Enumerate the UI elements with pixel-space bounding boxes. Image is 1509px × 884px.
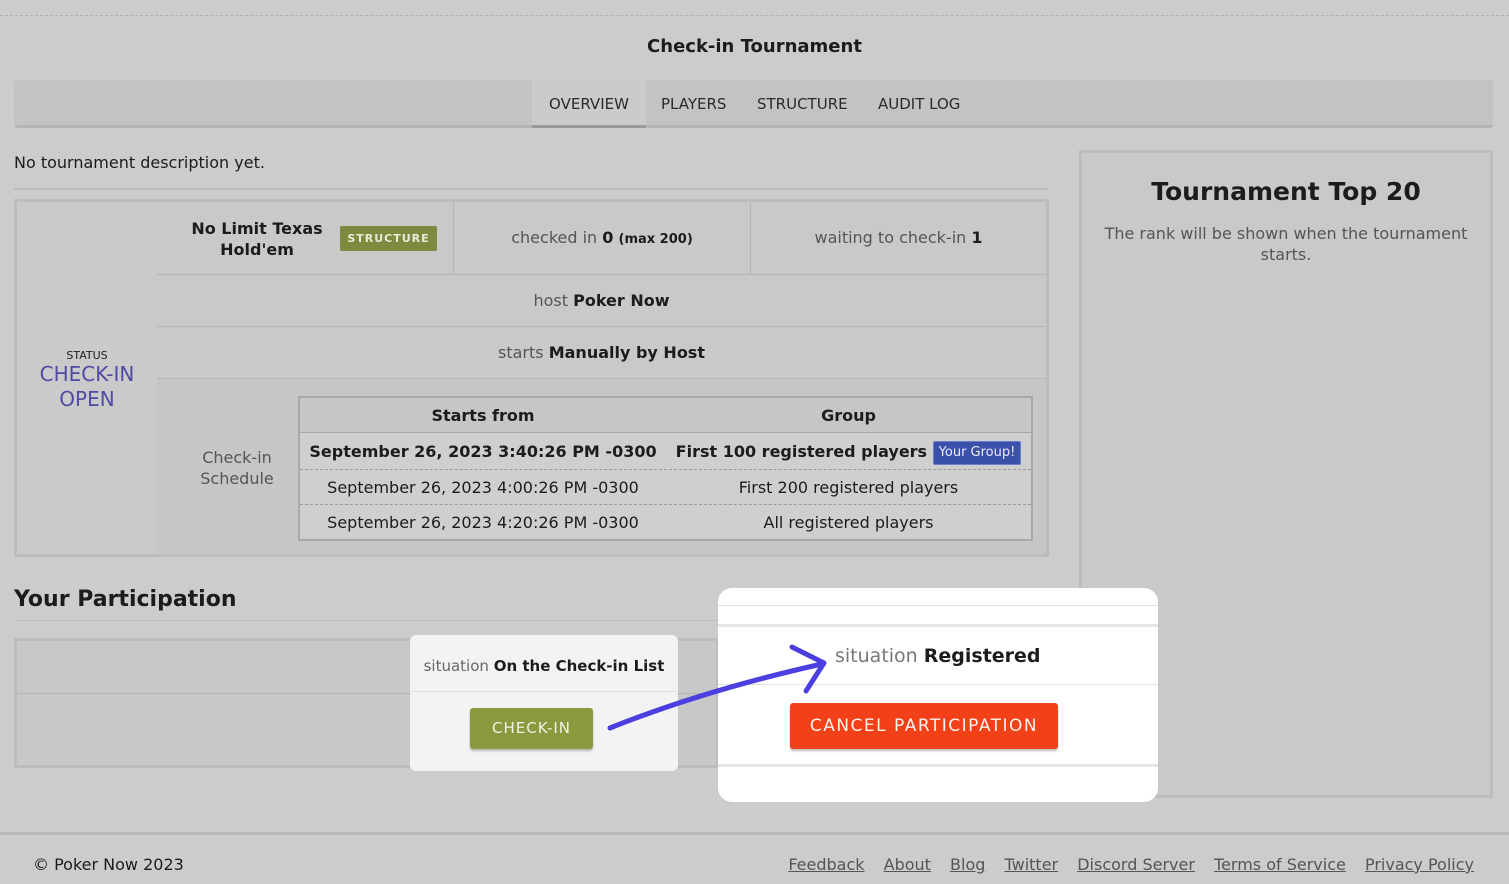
description-divider bbox=[14, 188, 1049, 190]
schedule-label: Check-in Schedule bbox=[187, 447, 287, 489]
tab-players[interactable]: PLAYERS bbox=[661, 80, 726, 128]
footer-link-feedback[interactable]: Feedback bbox=[788, 855, 864, 874]
situation-line: situation Registered bbox=[835, 645, 1041, 667]
footer-link-about[interactable]: About bbox=[884, 855, 931, 874]
footer-link-terms[interactable]: Terms of Service bbox=[1214, 855, 1346, 874]
participation-title: Your Participation bbox=[14, 587, 237, 612]
top-divider bbox=[0, 15, 1509, 16]
checkin-schedule-table: Starts from Group September 26, 2023 3:4… bbox=[298, 396, 1033, 541]
schedule-header-row: Starts from Group bbox=[300, 398, 1031, 433]
participation-divider bbox=[14, 620, 719, 621]
tab-overview[interactable]: OVERVIEW bbox=[532, 80, 646, 128]
footer-divider bbox=[0, 832, 1509, 835]
status-value-line1: CHECK-IN bbox=[39, 362, 135, 386]
status-label: STATUS bbox=[66, 349, 108, 362]
schedule-label-line1: Check-in bbox=[202, 448, 272, 467]
checked-in-label: checked in bbox=[511, 228, 598, 247]
status-value: CHECK-IN OPEN bbox=[17, 362, 157, 412]
schedule-header-starts: Starts from bbox=[431, 406, 535, 425]
schedule-label-line2: Schedule bbox=[200, 469, 274, 488]
game-type-line1: No Limit Texas bbox=[191, 219, 323, 238]
tab-structure[interactable]: STRUCTURE bbox=[757, 80, 848, 128]
host-row: host Poker Now bbox=[157, 275, 1046, 327]
schedule-start-time: September 26, 2023 4:00:26 PM -0300 bbox=[327, 478, 639, 497]
situation-label: situation bbox=[835, 645, 918, 667]
starts-value: Manually by Host bbox=[548, 343, 705, 362]
tournament-description: No tournament description yet. bbox=[14, 153, 265, 172]
footer-link-privacy[interactable]: Privacy Policy bbox=[1365, 855, 1474, 874]
footer-copyright: © Poker Now 2023 bbox=[33, 855, 184, 874]
footer-link-blog[interactable]: Blog bbox=[950, 855, 985, 874]
host-label: host bbox=[533, 291, 569, 310]
game-type: No Limit Texas Hold'em bbox=[187, 218, 327, 260]
schedule-group: All registered players bbox=[763, 513, 934, 532]
starts-row: starts Manually by Host bbox=[157, 327, 1046, 379]
schedule-header-group: Group bbox=[821, 406, 876, 425]
schedule-group: First 200 registered players bbox=[738, 478, 959, 497]
schedule-group-label: First 100 registered players bbox=[675, 442, 928, 461]
schedule-start-time: September 26, 2023 3:40:26 PM -0300 bbox=[309, 442, 657, 461]
situation-label: situation bbox=[423, 657, 489, 675]
waiting-label: waiting to check-in bbox=[814, 228, 967, 247]
footer-link-twitter[interactable]: Twitter bbox=[1005, 855, 1059, 874]
tab-bar: OVERVIEW PLAYERS STRUCTURE AUDIT LOG bbox=[14, 80, 1493, 128]
starts-label: starts bbox=[498, 343, 544, 362]
game-type-line2: Hold'em bbox=[220, 240, 294, 259]
callout-divider bbox=[718, 605, 1158, 606]
callout-divider bbox=[718, 624, 1158, 627]
top20-message: The rank will be shown when the tourname… bbox=[1104, 224, 1468, 264]
structure-button[interactable]: STRUCTURE bbox=[340, 226, 437, 251]
callout-divider bbox=[718, 764, 1158, 767]
your-group-badge: Your Group! bbox=[932, 441, 1022, 465]
checked-in-max: (max 200) bbox=[618, 232, 693, 247]
footer-link-discord[interactable]: Discord Server bbox=[1077, 855, 1195, 874]
schedule-row: September 26, 2023 4:20:26 PM -0300 All … bbox=[300, 504, 1031, 539]
tab-audit-log[interactable]: AUDIT LOG bbox=[878, 80, 960, 128]
waiting-cell: waiting to check-in 1 bbox=[751, 202, 1046, 275]
checked-in-cell: checked in 0 (max 200) bbox=[454, 202, 751, 275]
schedule-start-time: September 26, 2023 4:20:26 PM -0300 bbox=[327, 513, 639, 532]
host-value: Poker Now bbox=[573, 291, 670, 310]
status-panel: STATUS CHECK-IN OPEN bbox=[17, 202, 157, 554]
status-value-line2: OPEN bbox=[59, 387, 115, 411]
schedule-group: First 100 registered players Your Group! bbox=[666, 434, 1031, 469]
schedule-row: September 26, 2023 4:00:26 PM -0300 Firs… bbox=[300, 469, 1031, 504]
waiting-count: 1 bbox=[971, 228, 983, 247]
schedule-row: September 26, 2023 3:40:26 PM -0300 Firs… bbox=[300, 434, 1031, 469]
transition-arrow-icon bbox=[607, 644, 827, 731]
check-in-button[interactable]: CHECK-IN bbox=[470, 708, 593, 749]
footer-links: Feedback About Blog Twitter Discord Serv… bbox=[774, 855, 1474, 874]
tournament-info-panel: STATUS CHECK-IN OPEN No Limit Texas Hold… bbox=[14, 199, 1049, 557]
situation-value: Registered bbox=[923, 645, 1041, 667]
checked-in-count: 0 bbox=[602, 228, 614, 247]
game-type-cell: No Limit Texas Hold'em STRUCTURE bbox=[157, 202, 454, 275]
page-title: Check-in Tournament bbox=[647, 36, 862, 57]
top20-title: Tournament Top 20 bbox=[1151, 177, 1421, 206]
